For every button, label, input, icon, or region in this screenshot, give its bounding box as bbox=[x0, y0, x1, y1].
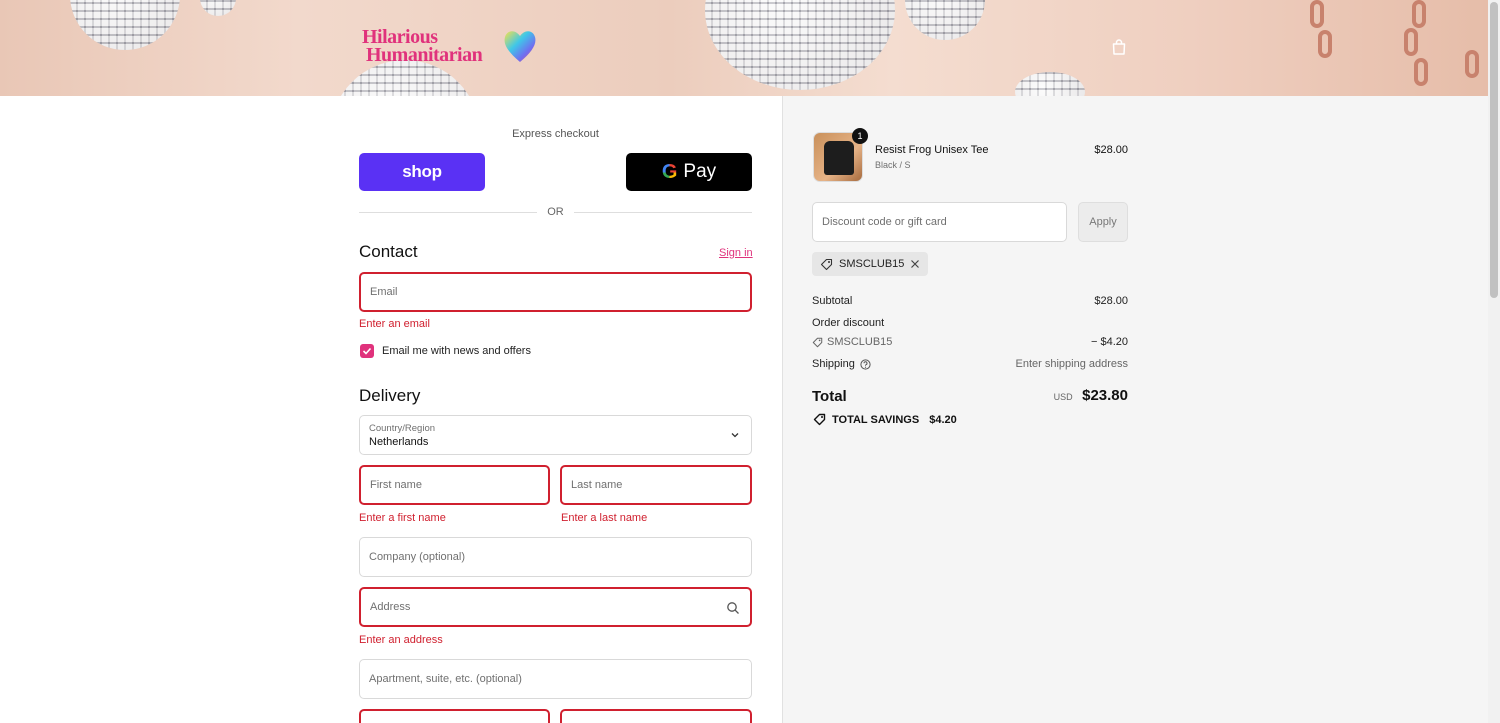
last-name-error: Enter a last name bbox=[561, 512, 648, 524]
shop-pay-label: shop bbox=[402, 162, 442, 181]
email-placeholder: Email bbox=[370, 286, 398, 298]
tag-icon bbox=[813, 413, 826, 426]
newsletter-checkbox[interactable] bbox=[360, 344, 374, 358]
chevron-down-icon bbox=[731, 433, 739, 438]
product-price: $28.00 bbox=[1094, 144, 1128, 156]
apartment-field[interactable]: Apartment, suite, etc. (optional) bbox=[359, 659, 752, 699]
tag-icon bbox=[820, 258, 833, 270]
applied-code: SMSCLUB15 bbox=[839, 258, 905, 270]
total-savings: TOTAL SAVINGS $4.20 bbox=[813, 413, 957, 426]
header-banner: Hilarious Humanitarian bbox=[0, 0, 1488, 96]
disco-ball-image bbox=[905, 0, 985, 40]
or-divider: OR bbox=[359, 206, 752, 220]
checkmark-icon bbox=[362, 347, 372, 355]
chain-decoration bbox=[1412, 0, 1426, 28]
order-discount-label: Order discount bbox=[812, 317, 885, 329]
google-pay-label: Pay bbox=[683, 161, 717, 182]
apartment-placeholder: Apartment, suite, etc. (optional) bbox=[369, 673, 522, 685]
address-field[interactable]: Address bbox=[359, 587, 752, 627]
store-logo[interactable]: Hilarious Humanitarian bbox=[362, 27, 536, 66]
shipping-row: Shipping bbox=[812, 358, 871, 370]
last-name-placeholder: Last name bbox=[571, 479, 623, 491]
express-checkout-label: Express checkout bbox=[512, 128, 599, 140]
chain-decoration bbox=[1414, 58, 1428, 86]
disco-ball-image bbox=[200, 0, 236, 16]
newsletter-label: Email me with news and offers bbox=[382, 345, 531, 357]
google-pay-button[interactable]: G Pay bbox=[626, 153, 752, 191]
address-placeholder: Address bbox=[370, 601, 411, 613]
shop-pay-button[interactable]: shop bbox=[359, 153, 485, 191]
discount-code-row: SMSCLUB15 bbox=[812, 336, 892, 348]
discount-code-label: SMSCLUB15 bbox=[827, 336, 893, 348]
applied-discount-chip: SMSCLUB15 bbox=[812, 252, 929, 276]
page-scrollbar[interactable] bbox=[1488, 0, 1500, 723]
first-name-error: Enter a first name bbox=[359, 512, 446, 524]
discount-code-input[interactable]: Discount code or gift card bbox=[812, 202, 1067, 242]
chain-decoration bbox=[1310, 0, 1324, 28]
heart-icon bbox=[504, 31, 536, 62]
discount-value: − $4.20 bbox=[1090, 336, 1128, 348]
search-icon bbox=[727, 602, 739, 614]
help-circle-icon[interactable] bbox=[860, 358, 871, 370]
total-value: $23.80 bbox=[1082, 387, 1128, 404]
email-field[interactable]: Email bbox=[359, 272, 752, 312]
company-field[interactable]: Company (optional) bbox=[359, 537, 752, 577]
product-variant: Black / S bbox=[875, 160, 911, 170]
postal-code-field[interactable] bbox=[359, 709, 550, 723]
subtotal-label: Subtotal bbox=[812, 295, 853, 307]
chain-decoration bbox=[1404, 28, 1418, 56]
quantity-badge: 1 bbox=[852, 128, 868, 144]
total-row: USD $23.80 bbox=[980, 387, 1128, 405]
or-label: OR bbox=[547, 206, 564, 218]
shipping-label: Shipping bbox=[812, 358, 855, 370]
savings-label: TOTAL SAVINGS bbox=[832, 413, 920, 426]
discount-placeholder: Discount code or gift card bbox=[822, 216, 947, 228]
total-currency: USD bbox=[1053, 392, 1073, 402]
total-label: Total bbox=[812, 388, 847, 405]
city-field[interactable] bbox=[560, 709, 752, 723]
apply-button[interactable]: Apply bbox=[1078, 202, 1128, 242]
first-name-placeholder: First name bbox=[370, 479, 422, 491]
logo-line-2: Humanitarian bbox=[366, 44, 483, 66]
disco-ball-image bbox=[1015, 72, 1085, 96]
shipping-value: Enter shipping address bbox=[1015, 358, 1128, 370]
shopping-bag-icon[interactable] bbox=[1110, 38, 1128, 56]
disco-ball-image bbox=[70, 0, 180, 50]
savings-value: $4.20 bbox=[929, 413, 957, 426]
order-summary-panel bbox=[782, 96, 1488, 723]
google-g-icon: G bbox=[661, 160, 678, 183]
scrollbar-thumb[interactable] bbox=[1490, 2, 1498, 298]
delivery-title: Delivery bbox=[359, 386, 421, 405]
sign-in-link[interactable]: Sign in bbox=[719, 247, 753, 259]
chain-decoration bbox=[1465, 50, 1479, 78]
address-error: Enter an address bbox=[359, 634, 443, 646]
country-value: Netherlands bbox=[369, 435, 429, 448]
chain-decoration bbox=[1318, 30, 1332, 58]
first-name-field[interactable]: First name bbox=[359, 465, 550, 505]
product-name: Resist Frog Unisex Tee bbox=[875, 144, 989, 156]
subtotal-value: $28.00 bbox=[1094, 295, 1128, 307]
tag-icon bbox=[812, 337, 823, 347]
last-name-field[interactable]: Last name bbox=[560, 465, 752, 505]
email-error: Enter an email bbox=[359, 318, 430, 330]
contact-title: Contact bbox=[359, 242, 418, 261]
country-label: Country/Region bbox=[369, 422, 436, 434]
tshirt-image bbox=[824, 141, 854, 175]
country-select[interactable]: Country/Region Netherlands bbox=[359, 415, 752, 455]
company-placeholder: Company (optional) bbox=[369, 551, 465, 563]
remove-discount-icon[interactable] bbox=[910, 259, 920, 269]
disco-ball-image bbox=[705, 0, 895, 90]
